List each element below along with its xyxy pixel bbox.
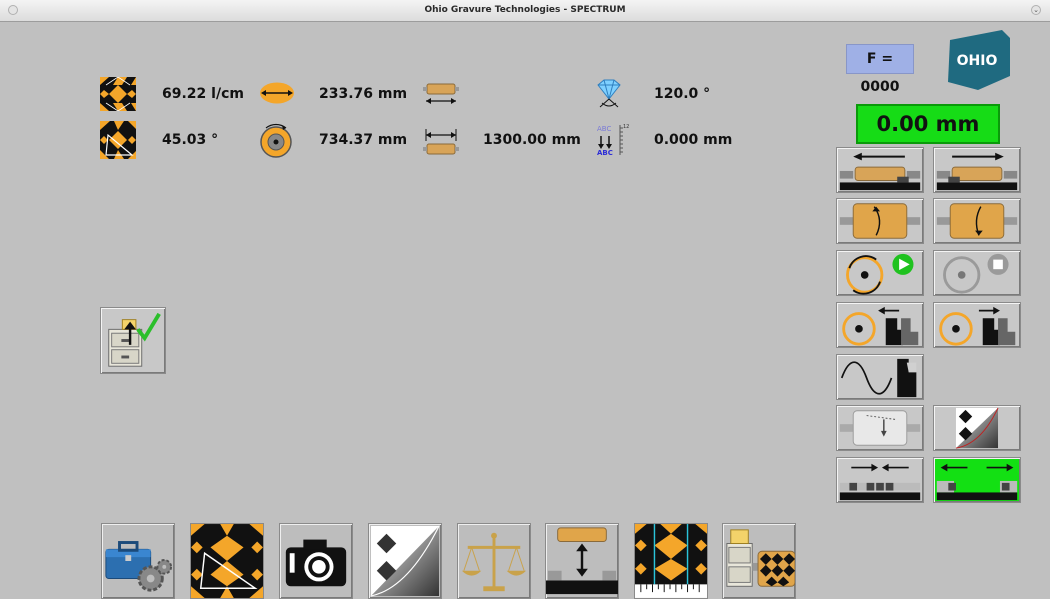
screen-angle-value: 45.03 ° [162, 132, 219, 148]
ohio-logo: OHIO [944, 30, 1010, 90]
carriage-right-button[interactable] [933, 147, 1021, 193]
test-cut-button[interactable] [836, 405, 924, 451]
cylinder-width-icon [423, 81, 459, 107]
gradation-button[interactable] [368, 523, 442, 599]
head-oscillation-button[interactable] [836, 354, 924, 400]
face-length-value: 1300.00 mm [483, 132, 581, 148]
stylus-diamond-icon [592, 79, 626, 109]
load-job-button[interactable] [100, 307, 166, 374]
toolbox-settings-button[interactable] [101, 523, 175, 599]
window-collapse-button[interactable]: ⌄ [1031, 5, 1041, 15]
svg-text:OHIO: OHIO [957, 53, 998, 69]
cylinder-diameter-value: 233.76 mm [319, 86, 408, 102]
screen-ruling-value: 69.22 l/cm [162, 86, 244, 102]
engrave-job-button[interactable] [722, 523, 796, 599]
f-value-display: F = 0000 [846, 44, 914, 95]
heads-apart-button[interactable] [933, 457, 1021, 503]
start-rotation-button[interactable] [836, 250, 924, 296]
face-length-icon [423, 127, 459, 159]
cylinder-diameter-icon [259, 82, 295, 104]
svg-text:ABC: ABC [597, 149, 613, 157]
screen-ruling-icon [100, 76, 136, 112]
head-height-button[interactable] [545, 523, 619, 599]
rotate-cylinder-forward-button[interactable] [836, 198, 924, 244]
abc-offset-icon: ABC ABC 12 [596, 122, 630, 158]
gradation-curve-button[interactable] [933, 405, 1021, 451]
rotate-cylinder-reverse-button[interactable] [933, 198, 1021, 244]
camera-button[interactable] [279, 523, 353, 599]
stylus-angle-value: 120.0 ° [654, 86, 711, 102]
head-advance-button[interactable] [933, 302, 1021, 348]
balance-scale-button[interactable] [457, 523, 531, 599]
screen-pattern-button[interactable] [190, 523, 264, 599]
stop-rotation-button[interactable] [933, 250, 1021, 296]
svg-text:ABC: ABC [597, 125, 611, 133]
window-title: Ohio Gravure Technologies - SPECTRUM [424, 5, 626, 15]
heads-together-button[interactable] [836, 457, 924, 503]
carriage-left-button[interactable] [836, 147, 924, 193]
head-retract-button[interactable] [836, 302, 924, 348]
position-display: 0.00 mm [856, 104, 1000, 144]
cylinder-circumference-icon [258, 123, 294, 159]
cylinder-circumference-value: 734.37 mm [319, 132, 408, 148]
screen-measure-button[interactable] [634, 523, 708, 599]
svg-text:12: 12 [623, 124, 629, 130]
abc-offset-value: 0.000 mm [654, 132, 733, 148]
title-bar: Ohio Gravure Technologies - SPECTRUM ⌄ [0, 0, 1050, 22]
screen-angle-icon [100, 121, 136, 159]
